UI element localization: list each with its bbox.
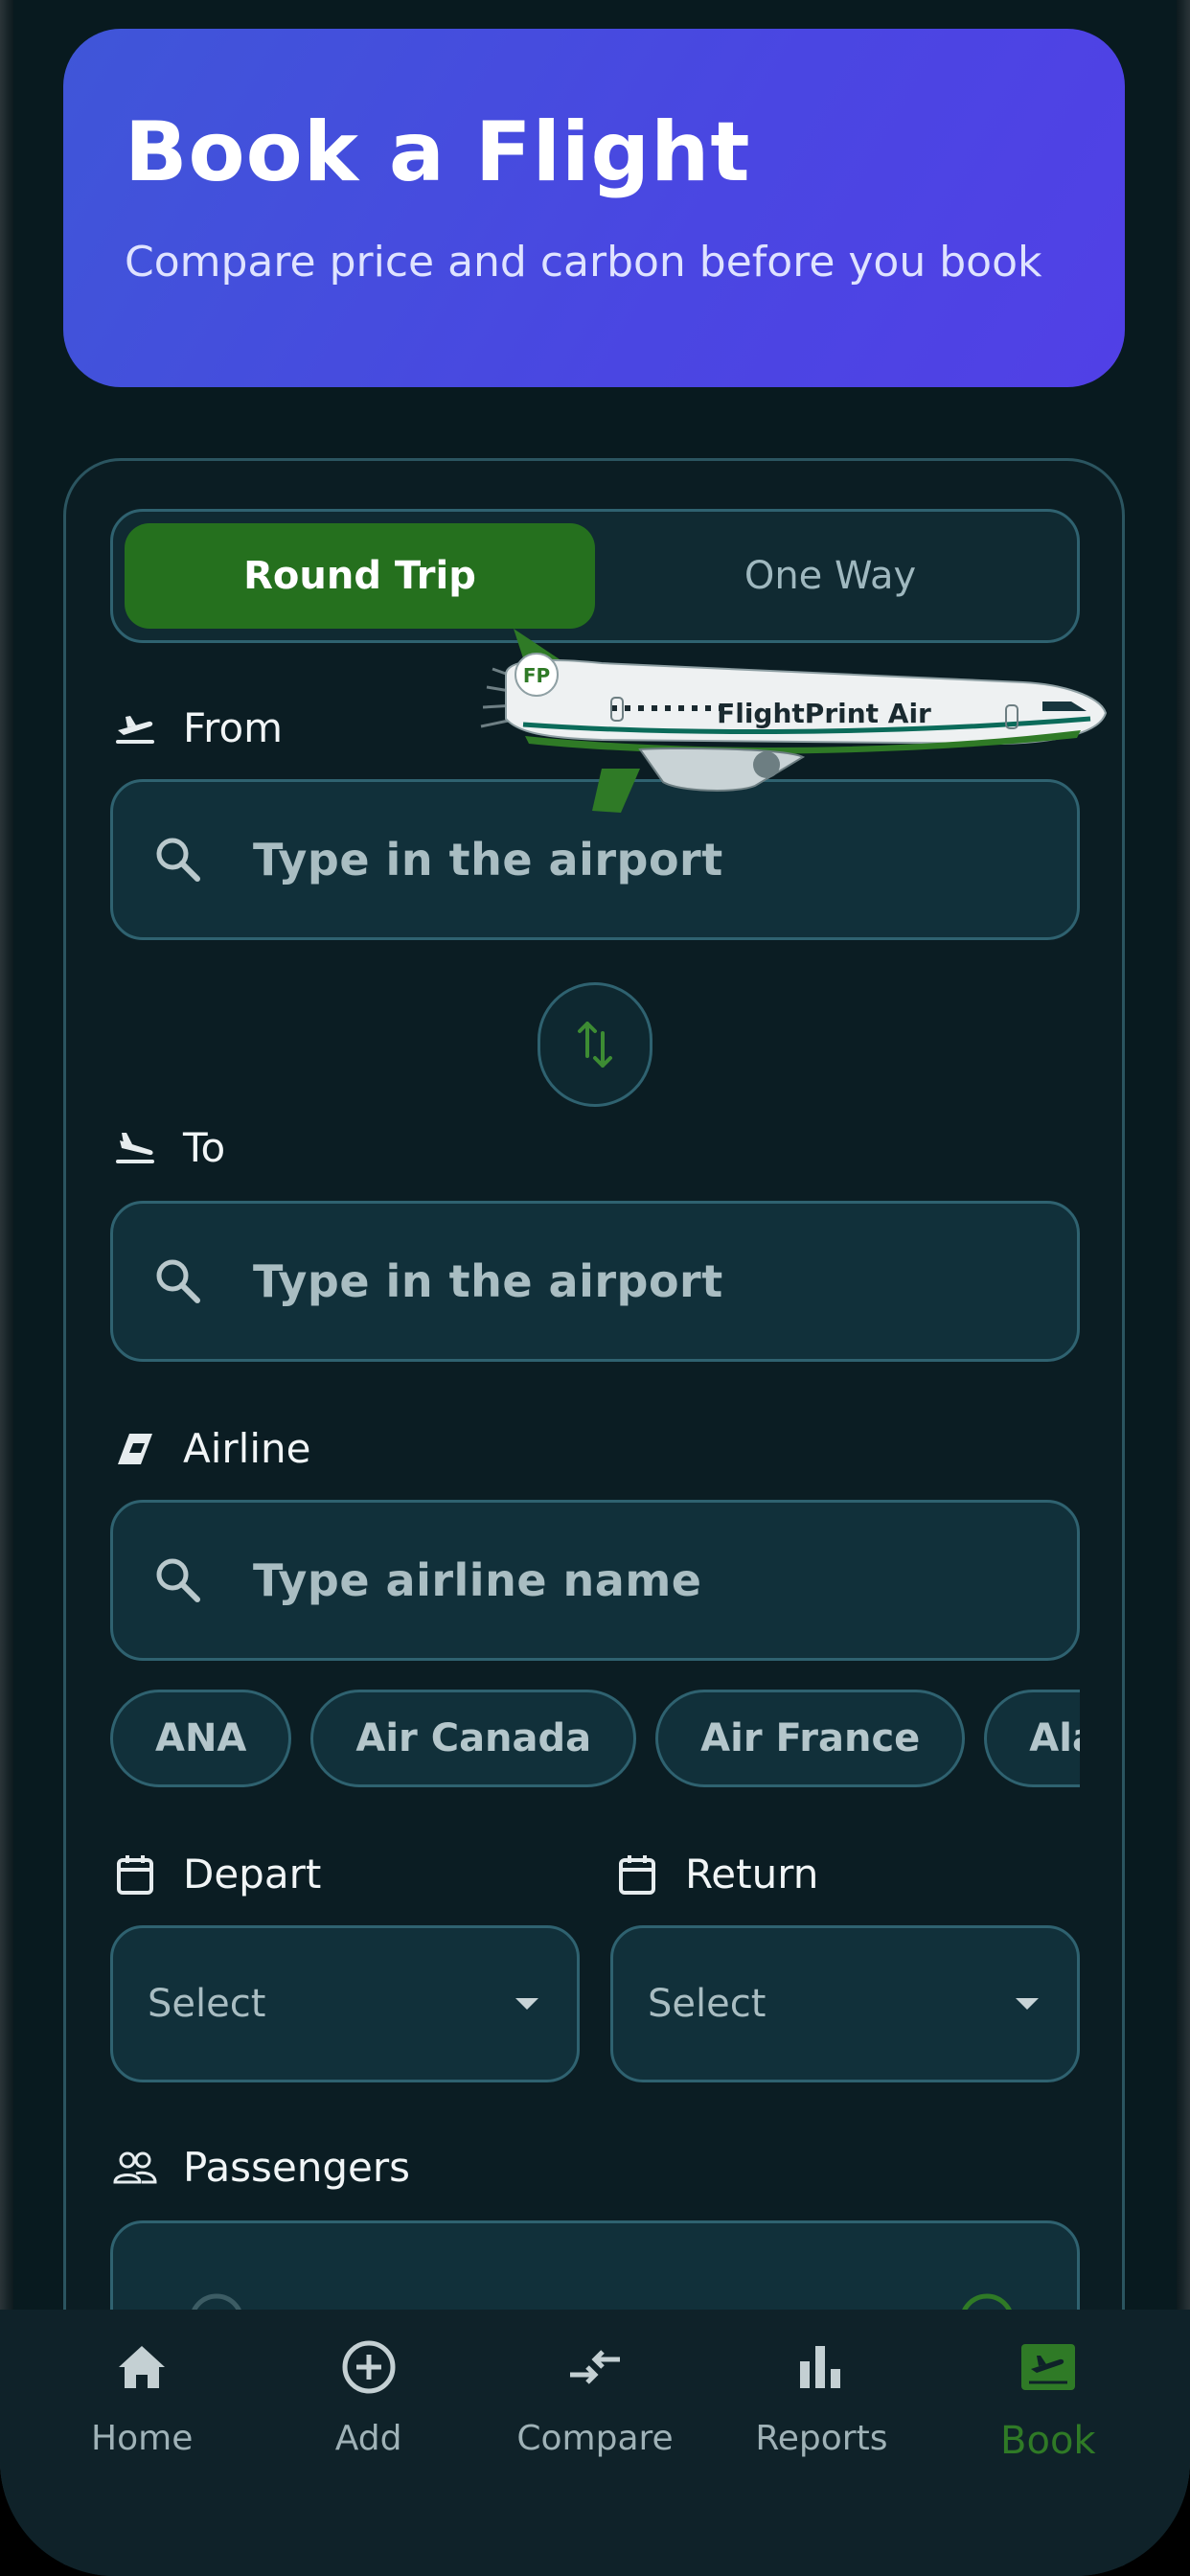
depart-label-row: Depart bbox=[112, 1851, 321, 1898]
compare-arrows-icon bbox=[564, 2336, 626, 2398]
tab-home[interactable]: Home bbox=[29, 2310, 255, 2576]
to-label-row: To bbox=[112, 1124, 225, 1171]
chevron-down-icon bbox=[1016, 1998, 1039, 2010]
flight-land-icon bbox=[112, 1125, 158, 1171]
tab-add[interactable]: Add bbox=[255, 2310, 481, 2576]
airline-name-input[interactable]: Type airline name bbox=[110, 1500, 1080, 1661]
tab-add-label: Add bbox=[334, 2419, 402, 2458]
flight-ticket-icon bbox=[1018, 2336, 1079, 2398]
search-icon bbox=[156, 838, 200, 882]
bottom-tab-bar: Home Add Compare Reports Book bbox=[0, 2310, 1190, 2576]
airline-chip-alaska[interactable]: Alaska bbox=[984, 1690, 1080, 1787]
depart-label: Depart bbox=[183, 1851, 322, 1898]
tab-reports[interactable]: Reports bbox=[708, 2310, 934, 2576]
search-icon bbox=[156, 1259, 200, 1303]
from-label: From bbox=[183, 704, 284, 751]
tab-book-label: Book bbox=[1000, 2419, 1096, 2463]
app-screen: Book a Flight Compare price and carbon b… bbox=[0, 0, 1190, 2576]
to-label: To bbox=[183, 1124, 226, 1171]
to-airport-placeholder: Type in the airport bbox=[253, 1255, 723, 1307]
airline-chip-ana[interactable]: ANA bbox=[110, 1690, 292, 1787]
calendar-icon bbox=[614, 1852, 660, 1898]
airline-label-row: Airline bbox=[112, 1425, 310, 1472]
search-icon bbox=[156, 1558, 200, 1602]
tab-compare-label: Compare bbox=[516, 2419, 674, 2458]
round-trip-button[interactable]: Round Trip bbox=[125, 523, 595, 629]
airline-name-placeholder: Type airline name bbox=[253, 1554, 702, 1606]
device-edge-left bbox=[0, 0, 13, 2576]
tab-compare[interactable]: Compare bbox=[482, 2310, 708, 2576]
hero-banner: Book a Flight Compare price and carbon b… bbox=[63, 29, 1125, 387]
airline-chip-air-canada[interactable]: Air Canada bbox=[310, 1690, 637, 1787]
from-airport-placeholder: Type in the airport bbox=[253, 834, 723, 886]
depart-date-select[interactable]: Select bbox=[110, 1925, 580, 2082]
from-label-row: From bbox=[112, 704, 283, 751]
trip-type-toggle: Round Trip One Way bbox=[110, 509, 1080, 643]
return-date-select[interactable]: Select bbox=[610, 1925, 1080, 2082]
swap-vertical-icon bbox=[578, 1022, 612, 1068]
depart-date-value: Select bbox=[148, 1982, 266, 2026]
passengers-label-row: Passengers bbox=[112, 2144, 410, 2191]
tail-badge-text: FP bbox=[523, 664, 550, 687]
chevron-down-icon bbox=[515, 1998, 538, 2010]
airplane-illustration: FP FlightPrint Air bbox=[480, 629, 1108, 813]
page-subtitle: Compare price and carbon before you book bbox=[125, 238, 1042, 287]
bar-chart-icon bbox=[790, 2336, 852, 2398]
return-label-row: Return bbox=[614, 1851, 818, 1898]
tab-home-label: Home bbox=[91, 2419, 194, 2458]
tab-reports-label: Reports bbox=[755, 2419, 888, 2458]
page-title: Book a Flight bbox=[125, 104, 751, 200]
swap-airports-button[interactable] bbox=[538, 982, 652, 1107]
passengers-label: Passengers bbox=[183, 2144, 411, 2191]
airline-tail-icon bbox=[112, 1426, 158, 1472]
one-way-button[interactable]: One Way bbox=[595, 523, 1065, 629]
add-circle-icon bbox=[338, 2336, 400, 2398]
device-edge-right bbox=[1177, 0, 1190, 2576]
flight-takeoff-icon bbox=[112, 705, 158, 751]
airline-label: Airline bbox=[183, 1425, 311, 1472]
airline-chip-air-france[interactable]: Air France bbox=[655, 1690, 966, 1787]
return-label: Return bbox=[685, 1851, 819, 1898]
people-icon bbox=[112, 2145, 158, 2191]
calendar-icon bbox=[112, 1852, 158, 1898]
to-airport-input[interactable]: Type in the airport bbox=[110, 1201, 1080, 1362]
airline-chip-list: ANAAir CanadaAir FranceAlaska bbox=[110, 1690, 1080, 1791]
tab-book[interactable]: Book bbox=[935, 2310, 1161, 2576]
home-icon bbox=[111, 2336, 172, 2398]
plane-livery-text: FlightPrint Air bbox=[717, 698, 931, 729]
return-date-value: Select bbox=[648, 1982, 767, 2026]
